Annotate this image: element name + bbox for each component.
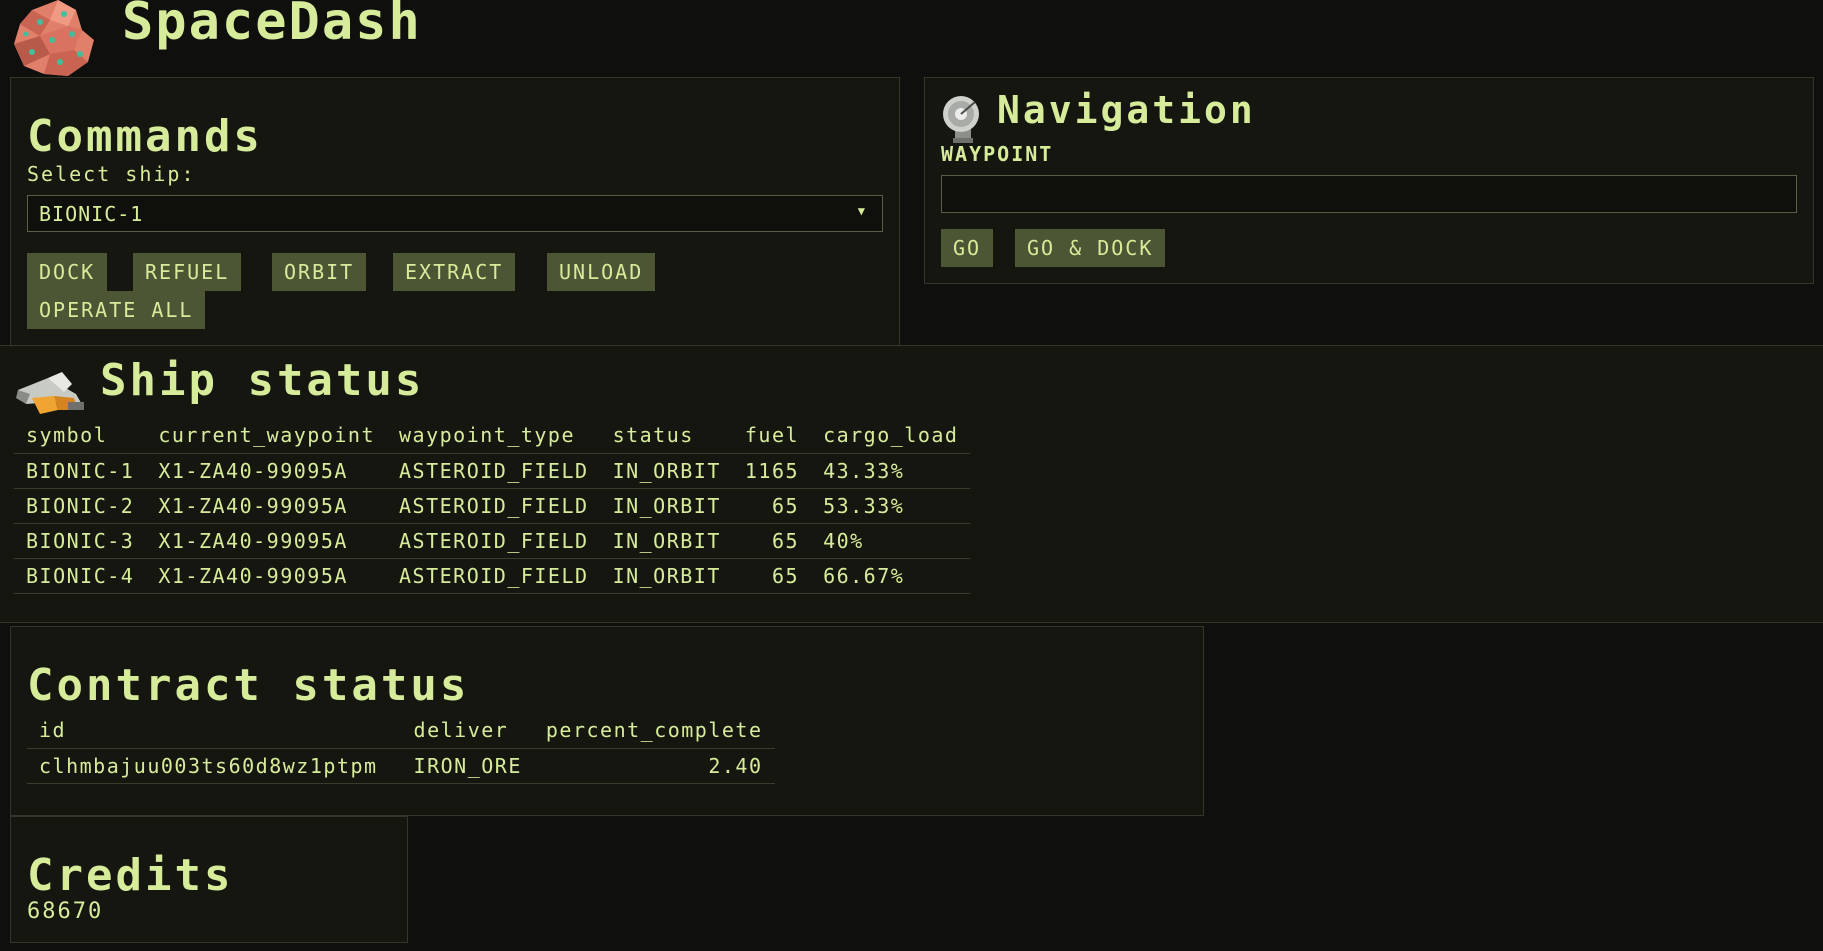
table-row: BIONIC-4 X1-ZA40-99095A ASTEROID_FIELD I… [14,558,971,594]
commands-title: Commands [27,111,263,162]
column-header-id: id [39,718,67,742]
credits-panel: Credits 68670 [10,816,408,943]
chevron-down-icon: ▼ [857,204,866,218]
column-header-waypoint-type: waypoint_type [398,423,576,447]
go-and-dock-button[interactable]: GO & DOCK [1015,229,1166,267]
column-header-deliver: deliver [413,718,509,742]
cell-current-waypoint: X1-ZA40-99095A [146,488,387,524]
table-header-row: id deliver percent_complete [27,712,775,749]
cell-symbol: BIONIC-4 [14,558,147,594]
column-header-fuel: fuel [744,423,800,447]
app-header: SpaceDash [10,0,422,78]
cell-current-waypoint: X1-ZA40-99095A [146,453,387,489]
contract-status-panel: Contract status id deliver percent_compl… [10,626,1204,816]
app-title: SpaceDash [122,0,422,52]
credits-value: 68670 [27,899,104,924]
cell-waypoint-type: ASTEROID_FIELD [386,453,601,489]
cell-fuel: 65 [732,523,812,559]
cell-id: clhmbajuu003ts60d8wz1ptpm [27,748,402,784]
cell-cargo-load: 40% [811,523,971,559]
ship-status-title: Ship status [100,355,425,406]
table-row: BIONIC-1 X1-ZA40-99095A ASTEROID_FIELD I… [14,453,971,489]
column-header-status: status [612,423,694,447]
cell-current-waypoint: X1-ZA40-99095A [146,523,387,559]
commands-panel: Commands Select ship: BIONIC-1 ▼ DOCK RE… [10,77,900,346]
page: SpaceDash Commands Select ship: BIONIC-1… [0,0,1823,951]
cell-fuel: 65 [732,558,812,594]
spaceship-icon [16,372,84,414]
refuel-button[interactable]: REFUEL [133,253,242,291]
cell-symbol: BIONIC-3 [14,523,147,559]
ship-status-panel: Ship status symbol current_waypoint wayp… [0,345,1823,623]
cell-fuel: 65 [732,488,812,524]
orbit-button[interactable]: ORBIT [272,253,367,291]
cell-current-waypoint: X1-ZA40-99095A [146,558,387,594]
cell-status: IN_ORBIT [600,558,733,594]
cell-cargo-load: 43.33% [811,453,971,489]
operate-all-button[interactable]: OPERATE ALL [27,291,206,329]
contract-status-table: id deliver percent_complete clhmbajuu003… [27,712,775,784]
cell-status: IN_ORBIT [600,488,733,524]
cell-deliver: IRON_ORE [401,748,534,784]
table-header-row: symbol current_waypoint waypoint_type st… [14,417,970,454]
go-button[interactable]: GO [941,229,994,267]
ship-select-value: BIONIC-1 [39,201,144,226]
table-row: BIONIC-3 X1-ZA40-99095A ASTEROID_FIELD I… [14,523,971,559]
select-ship-label: Select ship: [27,162,196,186]
ship-select[interactable]: BIONIC-1 ▼ [27,195,883,232]
cell-symbol: BIONIC-2 [14,488,147,524]
cell-status: IN_ORBIT [600,453,733,489]
extract-button[interactable]: EXTRACT [393,253,516,291]
satellite-dish-icon [943,96,979,143]
table-row: BIONIC-2 X1-ZA40-99095A ASTEROID_FIELD I… [14,488,971,524]
asteroid-logo-icon [14,0,94,76]
navigation-panel: Navigation WAYPOINT GO GO & DOCK [924,77,1814,284]
unload-button[interactable]: UNLOAD [547,253,656,291]
dock-button[interactable]: DOCK [27,253,108,291]
column-header-current-waypoint: current_waypoint [158,423,375,447]
contract-status-title: Contract status [27,660,470,711]
cell-cargo-load: 53.33% [811,488,971,524]
cell-waypoint-type: ASTEROID_FIELD [386,558,601,594]
credits-title: Credits [27,850,234,901]
navigation-title: Navigation [997,88,1256,132]
column-header-symbol: symbol [26,423,108,447]
cell-status: IN_ORBIT [600,523,733,559]
cell-cargo-load: 66.67% [811,558,971,594]
waypoint-label: WAYPOINT [941,142,1054,166]
cell-fuel: 1165 [732,453,812,489]
cell-waypoint-type: ASTEROID_FIELD [386,488,601,524]
table-row: clhmbajuu003ts60d8wz1ptpm IRON_ORE 2.40 [27,748,775,784]
waypoint-input[interactable] [941,175,1797,213]
ship-status-table: symbol current_waypoint waypoint_type st… [14,417,971,594]
column-header-cargo-load: cargo_load [823,423,959,447]
cell-percent-complete: 2.40 [533,748,775,784]
cell-waypoint-type: ASTEROID_FIELD [386,523,601,559]
column-header-percent-complete: percent_complete [545,718,763,742]
cell-symbol: BIONIC-1 [14,453,147,489]
